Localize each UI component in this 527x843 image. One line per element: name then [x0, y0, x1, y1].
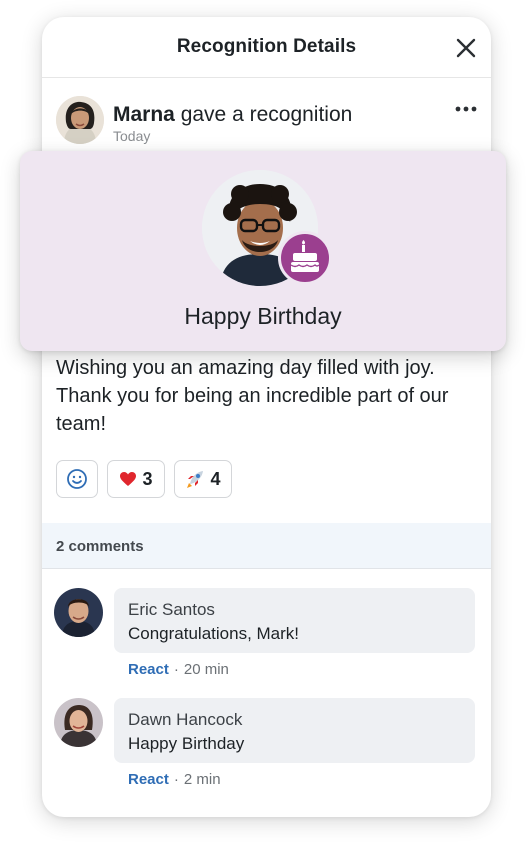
recognition-details-panel: Recognition Details Marna gave a recogni… — [42, 17, 491, 817]
post-timestamp: Today — [113, 128, 151, 144]
recognition-card: Happy Birthday — [20, 151, 506, 351]
more-horizontal-icon[interactable] — [454, 104, 478, 114]
comment-author[interactable]: Eric Santos — [128, 600, 215, 620]
recognition-message: Wishing you an amazing day filled with j… — [56, 357, 449, 435]
recognition-title: Happy Birthday — [184, 303, 342, 329]
eric-photo — [54, 588, 103, 637]
comment-author[interactable]: Dawn Hancock — [128, 710, 242, 730]
smiley-add-icon — [67, 469, 87, 489]
post-action: gave a recognition — [180, 103, 353, 126]
comment-time: 20 min — [183, 661, 229, 678]
avatar[interactable] — [56, 96, 104, 144]
heart-count: 3 — [142, 468, 153, 489]
rocket-count: 4 — [210, 468, 221, 489]
comment-text: Happy Birthday — [128, 734, 245, 753]
comment-meta: React · 2 min — [128, 771, 221, 788]
post-title: Marna gave a recognition — [113, 103, 352, 127]
comments-summary: 2 comments — [42, 523, 491, 569]
react-link[interactable]: React — [128, 661, 169, 678]
comment-item: Eric Santos Congratulations, Mark! React… — [42, 588, 491, 698]
close-icon[interactable] — [455, 37, 477, 59]
comment-item: Dawn Hancock Happy Birthday React · 2 min — [42, 698, 491, 808]
dawn-photo — [54, 698, 103, 747]
screen: Recognition Details Marna gave a recogni… — [0, 0, 527, 843]
avatar[interactable] — [54, 698, 103, 747]
heart-reaction-button[interactable]: 3 — [107, 460, 165, 498]
header: Recognition Details — [42, 17, 491, 78]
comment-text: Congratulations, Mark! — [128, 624, 300, 643]
comment-bubble: Eric Santos Congratulations, Mark! — [114, 588, 475, 653]
separator-dot: · — [173, 771, 179, 788]
avatar[interactable] — [54, 588, 103, 637]
rocket-reaction-button[interactable]: 4 — [174, 460, 232, 498]
comment-meta: React · 20 min — [128, 661, 229, 678]
comment-bubble: Dawn Hancock Happy Birthday — [114, 698, 475, 763]
comments-count[interactable]: 2 comments — [56, 538, 144, 555]
add-reaction-button[interactable] — [56, 460, 98, 498]
author-name[interactable]: Marna — [113, 103, 175, 126]
react-link[interactable]: React — [128, 771, 169, 788]
marna-photo — [56, 96, 104, 144]
heart-emoji — [120, 472, 137, 486]
rocket-emoji — [187, 471, 204, 488]
birthday-cake-icon — [290, 240, 320, 272]
separator-dot: · — [173, 661, 179, 678]
birthday-badge — [278, 231, 332, 285]
page-title: Recognition Details — [176, 36, 357, 57]
comment-time: 2 min — [183, 771, 221, 788]
